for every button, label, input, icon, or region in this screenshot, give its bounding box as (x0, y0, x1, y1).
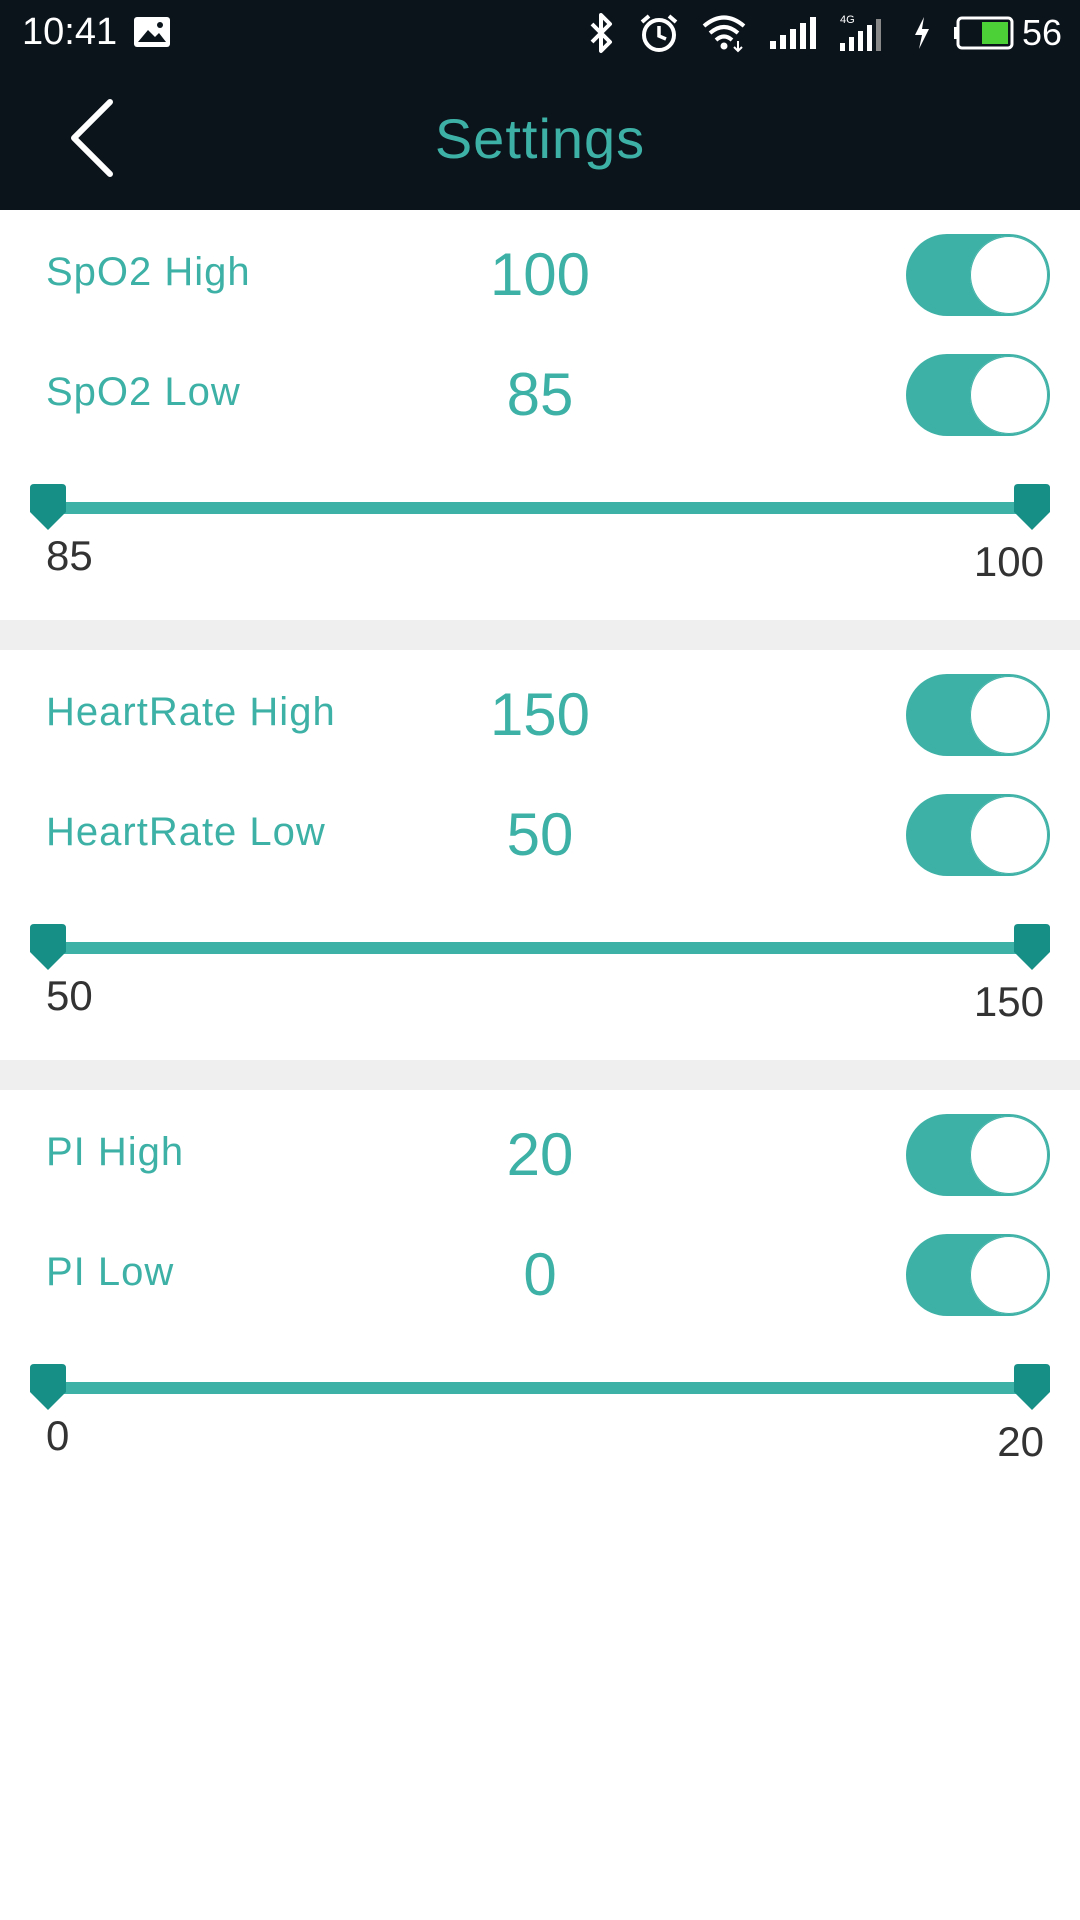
slider-min-thumb[interactable] (28, 924, 68, 972)
page-title: Settings (434, 107, 646, 170)
heartrate-low-value[interactable]: 50 (440, 800, 640, 869)
alarm-icon (640, 14, 678, 52)
spo2-range-slider[interactable]: 85 100 (0, 468, 1080, 598)
slider-min-label: 50 (46, 972, 93, 1019)
pi-section: PI High 20 PI Low 0 0 20 (0, 1090, 1080, 1500)
slider-min-label: 85 (46, 532, 93, 579)
charging-icon (914, 17, 929, 49)
slider-min-thumb[interactable] (28, 484, 68, 532)
wifi-icon (702, 15, 746, 53)
toggle-knob (970, 676, 1048, 754)
heartrate-section: HeartRate High 150 HeartRate Low 50 50 1… (0, 650, 1080, 1060)
pi-low-row: PI Low 0 (0, 1222, 1080, 1322)
slider-track (46, 942, 1036, 954)
pi-high-toggle[interactable] (906, 1114, 1050, 1196)
slider-track (46, 502, 1036, 514)
toggle-knob (970, 236, 1048, 314)
slider-max-label: 100 (973, 538, 1044, 585)
heartrate-high-row: HeartRate High 150 (0, 662, 1080, 762)
row-label: HeartRate Low (46, 810, 326, 854)
slider-max-label: 20 (997, 1418, 1044, 1465)
slider-min-thumb[interactable] (28, 1364, 68, 1412)
toggle-knob (970, 796, 1048, 874)
heartrate-low-row: HeartRate Low 50 (0, 782, 1080, 882)
svg-text:4G: 4G (840, 14, 855, 26)
image-notification-icon (134, 17, 170, 47)
spo2-section: SpO2 High 100 SpO2 Low 85 85 100 (0, 210, 1080, 620)
spo2-low-value[interactable]: 85 (440, 360, 640, 429)
toggle-knob (970, 356, 1048, 434)
toggle-knob (970, 1236, 1048, 1314)
slider-max-label: 150 (973, 978, 1044, 1025)
row-label: SpO2 High (46, 250, 251, 294)
battery-icon (953, 16, 1014, 50)
pi-low-value[interactable]: 0 (440, 1240, 640, 1309)
slider-track (46, 1382, 1036, 1394)
status-time: 10:41 (22, 11, 118, 53)
heartrate-high-toggle[interactable] (906, 674, 1050, 756)
pi-high-row: PI High 20 (0, 1102, 1080, 1202)
app-bar: Settings (0, 66, 1080, 210)
heartrate-high-value[interactable]: 150 (440, 680, 640, 749)
status-bar: 10:41 4G 56 (0, 0, 1080, 66)
slider-max-thumb[interactable] (1012, 924, 1052, 972)
signal-icon (769, 17, 816, 49)
toggle-knob (970, 1116, 1048, 1194)
spo2-low-row: SpO2 Low 85 (0, 342, 1080, 442)
signal-4g-icon: 4G (839, 14, 881, 51)
status-icons: 4G 56 (564, 8, 1062, 58)
pi-low-toggle[interactable] (906, 1234, 1050, 1316)
row-label: PI Low (46, 1250, 175, 1294)
battery-percent: 56 (1021, 12, 1062, 53)
slider-max-thumb[interactable] (1012, 484, 1052, 532)
slider-max-thumb[interactable] (1012, 1364, 1052, 1412)
row-label: SpO2 Low (46, 370, 241, 414)
spo2-low-toggle[interactable] (906, 354, 1050, 436)
slider-min-label: 0 (46, 1412, 70, 1459)
spo2-high-toggle[interactable] (906, 234, 1050, 316)
row-label: PI High (46, 1130, 185, 1174)
heartrate-low-toggle[interactable] (906, 794, 1050, 876)
row-label: HeartRate High (46, 690, 336, 734)
spo2-high-row: SpO2 High 100 (0, 222, 1080, 322)
bluetooth-icon (590, 13, 612, 53)
heartrate-range-slider[interactable]: 50 150 (0, 908, 1080, 1038)
spo2-high-value[interactable]: 100 (440, 240, 640, 309)
pi-high-value[interactable]: 20 (440, 1120, 640, 1189)
section-divider (0, 1060, 1080, 1090)
pi-range-slider[interactable]: 0 20 (0, 1348, 1080, 1478)
section-divider (0, 620, 1080, 650)
